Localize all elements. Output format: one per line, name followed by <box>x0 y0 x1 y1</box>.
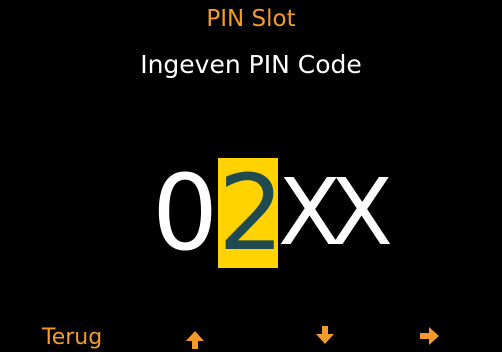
pin-digit-1[interactable]: 0 <box>152 158 218 268</box>
screen-subtitle: Ingeven PIN Code <box>140 50 362 79</box>
arrow-right-icon[interactable] <box>417 324 441 348</box>
pin-digit-4[interactable]: X <box>330 158 393 268</box>
soft-key-bar: Terug <box>0 312 502 350</box>
pin-entry[interactable]: 0 2 X X <box>152 158 393 268</box>
arrow-up-icon[interactable] <box>183 328 207 352</box>
pin-digit-2-active[interactable]: 2 <box>218 158 284 268</box>
screen-title: PIN Slot <box>206 6 296 32</box>
arrow-down-icon[interactable] <box>313 323 337 347</box>
pin-lock-screen: PIN Slot Ingeven PIN Code 0 2 X X Terug <box>0 0 502 350</box>
back-button[interactable]: Terug <box>42 324 102 352</box>
pin-digit-3[interactable]: X <box>278 158 341 268</box>
